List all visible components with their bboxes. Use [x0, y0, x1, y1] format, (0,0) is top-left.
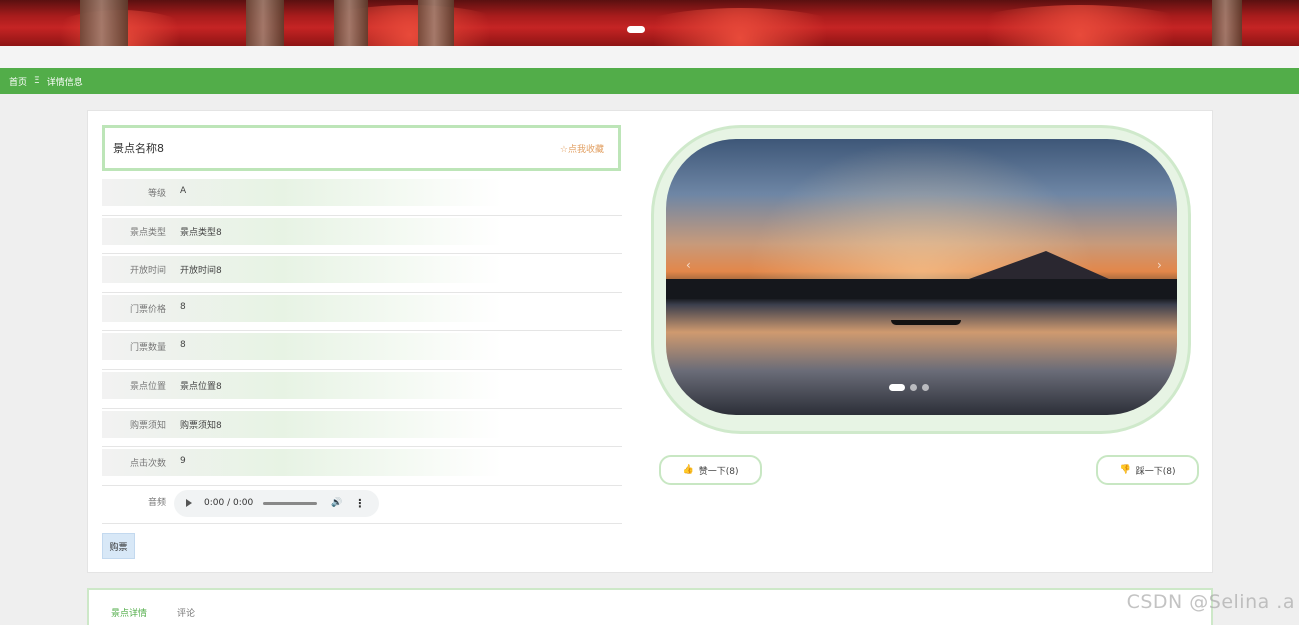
dislike-label: 踩一下(8): [1135, 466, 1176, 477]
header-banner: [0, 0, 1299, 46]
dislike-button[interactable]: 👎 踩一下(8): [1096, 455, 1199, 485]
carousel-dot[interactable]: [910, 384, 917, 391]
breadcrumb: 首页 Ξ 详情信息: [0, 68, 1299, 94]
tab-spot-detail[interactable]: 景点详情: [111, 606, 147, 619]
info-value: 景点位置8: [180, 381, 222, 392]
audio-player[interactable]: 0:00 / 0:00 🔊 ⋮: [174, 489, 379, 517]
info-label: 门票数量: [129, 343, 166, 354]
info-row: 景点位置 景点位置8: [102, 370, 622, 409]
info-value: 开放时间8: [180, 266, 222, 277]
like-button[interactable]: 👍 赞一下(8): [659, 455, 762, 485]
info-row: 门票价格 8: [102, 293, 622, 332]
info-label: 门票价格: [129, 304, 166, 315]
info-value: A: [180, 186, 187, 196]
thumbs-up-icon: 👍: [682, 465, 694, 475]
info-label: 景点类型: [129, 227, 166, 238]
carousel-prev-icon[interactable]: ‹: [686, 258, 691, 272]
play-icon[interactable]: [186, 499, 192, 508]
info-label: 等级: [147, 189, 166, 199]
detail-card: 景点名称8 ☆点我收藏 等级 A 景点类型 景点类型8 开放时间 开放时间8 门票价格…: [87, 110, 1213, 573]
carousel-image: [666, 139, 1177, 415]
info-value: 景点类型8: [180, 227, 222, 238]
carousel-indicators: [889, 384, 929, 391]
info-row: 门票数量 8: [102, 331, 622, 370]
page-title: 景点名称8: [113, 142, 164, 155]
info-row: 开放时间 开放时间8: [102, 254, 622, 293]
audio-progress-slider[interactable]: [263, 501, 318, 505]
info-label: 点击次数: [129, 459, 166, 470]
carousel-dot[interactable]: [889, 384, 905, 391]
info-row: 等级 A: [102, 177, 622, 216]
info-value: 9: [180, 456, 186, 467]
info-row: 购票须知 购票须知8: [102, 409, 622, 448]
like-label: 赞一下(8): [698, 466, 739, 477]
info-label: 景点位置: [129, 381, 166, 392]
info-value: 8: [180, 340, 186, 351]
info-label: 购票须知: [129, 420, 166, 431]
buy-ticket-button[interactable]: 购票: [102, 533, 135, 559]
detail-tabs: 景点详情 评论: [87, 588, 1213, 625]
more-vertical-icon[interactable]: ⋮: [354, 497, 365, 510]
info-list: 等级 A 景点类型 景点类型8 开放时间 开放时间8 门票价格 8 门票数量 8 景点位置…: [102, 177, 622, 525]
thumbs-down-icon: 👎: [1119, 465, 1131, 475]
watermark: CSDN @Selina .a: [1126, 591, 1295, 613]
tab-comments[interactable]: 评论: [177, 606, 195, 619]
info-row: 景点类型 景点类型8: [102, 216, 622, 255]
carousel-dot[interactable]: [922, 384, 929, 391]
breadcrumb-current: 详情信息: [46, 77, 83, 88]
info-row: 点击次数 9: [102, 447, 622, 486]
info-label: 开放时间: [129, 266, 166, 277]
breadcrumb-separator-icon: Ξ: [34, 76, 40, 86]
info-value: 8: [180, 301, 186, 312]
audio-time: 0:00 / 0:00: [204, 498, 254, 509]
image-carousel: ‹ ›: [651, 125, 1191, 434]
banner-indicator[interactable]: [627, 26, 645, 33]
carousel-next-icon[interactable]: ›: [1157, 258, 1162, 272]
audio-row: 音频 0:00 / 0:00 🔊 ⋮: [102, 486, 622, 525]
title-box: 景点名称8 ☆点我收藏: [102, 125, 621, 171]
audio-label: 音频: [147, 497, 166, 508]
favorite-button[interactable]: ☆点我收藏: [560, 142, 604, 155]
breadcrumb-home[interactable]: 首页: [9, 75, 27, 88]
info-value: 购票须知8: [180, 420, 222, 431]
volume-icon[interactable]: 🔊: [331, 498, 342, 508]
